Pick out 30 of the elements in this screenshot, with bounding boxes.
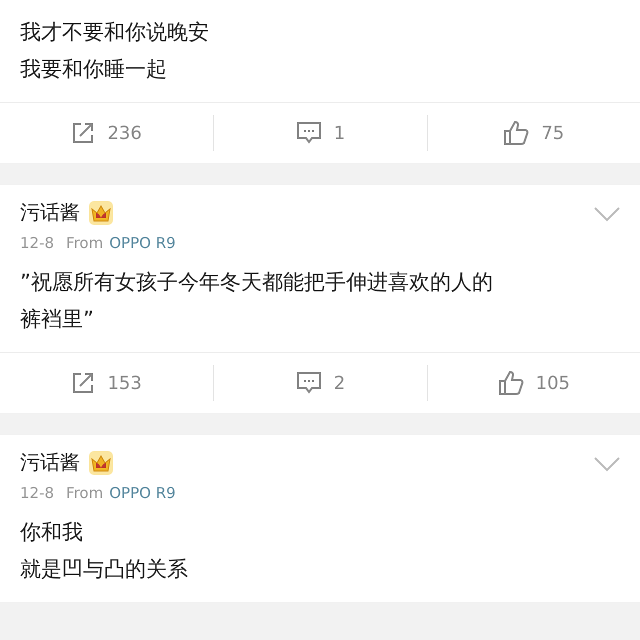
chevron-down-icon[interactable] [594,457,620,473]
repost-button[interactable]: 153 [0,365,214,401]
repost-button[interactable]: 236 [0,115,214,151]
share-icon [71,371,96,395]
source-prefix: From [66,234,104,252]
like-button[interactable]: 105 [426,365,640,401]
post-text: 裤裆里” [20,306,95,333]
chevron-down-icon[interactable] [594,207,620,223]
crown-icon [88,450,114,476]
crown-icon [88,200,114,226]
comment-button[interactable]: 2 [213,365,427,401]
thumbs-up-icon [503,120,530,146]
post-date: 12-8 [20,484,54,502]
post-text: 你和我 [20,519,84,546]
source-device[interactable]: OPPO R9 [109,484,176,502]
thumbs-up-icon [498,370,524,396]
post-date: 12-8 [20,234,54,252]
comment-icon [296,121,322,145]
post-text: ”祝愿所有女孩子今年冬天都能把手伸进喜欢的人的 [20,269,494,296]
author-name[interactable]: 污话酱 [20,449,80,476]
post-text: 我要和你睡一起 [20,56,168,83]
comment-button[interactable]: 1 [213,115,427,151]
source-device[interactable]: OPPO R9 [109,234,176,252]
comment-icon [296,371,322,395]
source-prefix: From [66,484,104,502]
author-name[interactable]: 污话酱 [20,199,80,226]
share-icon [71,121,96,145]
post-text: 我才不要和你说晚安 [20,19,210,46]
like-button[interactable]: 75 [426,115,640,151]
post-text: 就是凹与凸的关系 [20,556,189,583]
